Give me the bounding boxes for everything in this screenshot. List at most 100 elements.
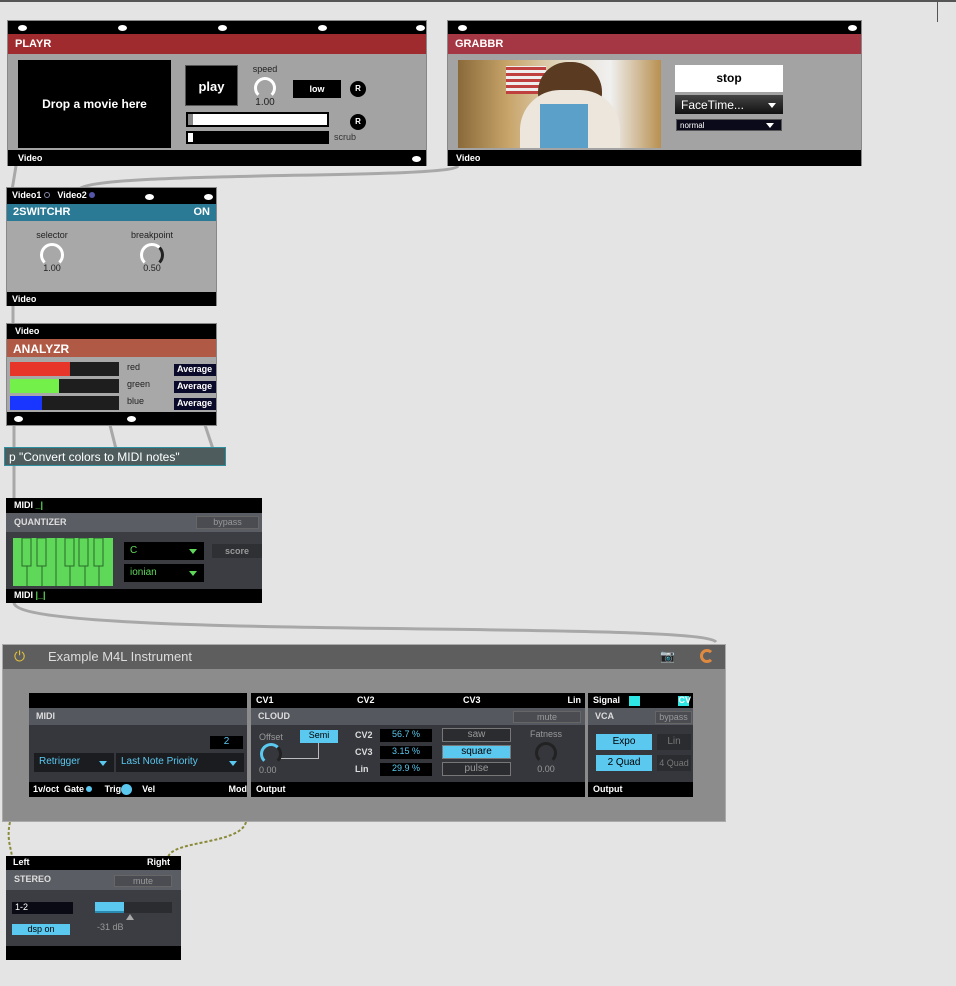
channel-label: blue: [127, 396, 145, 406]
voices-number[interactable]: 2: [210, 736, 243, 749]
channel-mode-dropdown[interactable]: Average: [174, 381, 216, 393]
output-label: 1v/oct: [33, 784, 60, 794]
fatness-value: 0.00: [537, 764, 555, 774]
speed-knob[interactable]: [254, 77, 276, 99]
speed-label: speed: [252, 64, 278, 74]
mute-button[interactable]: mute: [513, 711, 581, 723]
bypass-button[interactable]: bypass: [196, 516, 259, 529]
stop-button[interactable]: stop: [675, 65, 783, 92]
midi-panel: MIDI 2 Retrigger Last Note Priority 1v/o…: [29, 693, 247, 797]
inlet-bar: [8, 21, 426, 34]
channel-mode-dropdown[interactable]: Average: [174, 364, 216, 376]
channel-meter: [10, 362, 119, 376]
fatness-label: Fatness: [529, 729, 562, 739]
play-button[interactable]: play: [185, 65, 238, 106]
semi-toggle[interactable]: Semi: [300, 730, 338, 743]
device-titlebar: Example M4L Instrument ⏻ 📷: [3, 645, 725, 669]
scale-keyboard[interactable]: [13, 537, 113, 586]
device-title: Example M4L Instrument: [48, 649, 193, 664]
priority-dropdown[interactable]: Last Note Priority: [116, 753, 244, 772]
param-value[interactable]: 3.15 %: [380, 746, 432, 759]
inlet[interactable]: [118, 25, 127, 31]
inlet[interactable]: [204, 194, 213, 200]
reset-button[interactable]: R: [350, 81, 366, 97]
device-dropdown[interactable]: FaceTime...: [675, 95, 783, 114]
channel-meter-fill: [10, 396, 42, 410]
analyzr-module: Video ANALYZR red Average green Average …: [6, 323, 217, 426]
quality-button[interactable]: low: [293, 80, 341, 98]
outlet[interactable]: [412, 156, 421, 162]
breakpoint-value: 0.50: [143, 263, 161, 273]
record-icon[interactable]: [700, 649, 714, 663]
chevron-down-icon: [766, 123, 774, 128]
wave-pulse-button[interactable]: pulse: [442, 762, 511, 776]
outlet-bar: Video: [448, 150, 861, 166]
subpatcher-object[interactable]: p "Convert colors to MIDI notes": [4, 447, 226, 466]
movie-drop-area[interactable]: Drop a movie here: [18, 60, 171, 148]
signal-indicator: [629, 696, 640, 706]
wave-square-button[interactable]: square: [442, 745, 511, 759]
cord-quantizer-device: [12, 602, 718, 644]
inlet[interactable]: [18, 25, 27, 31]
param-value[interactable]: 56.7 %: [380, 729, 432, 742]
inlet[interactable]: [848, 25, 857, 31]
root-dropdown[interactable]: C: [124, 542, 204, 560]
inlet[interactable]: [318, 25, 327, 31]
on-toggle[interactable]: ON: [194, 206, 211, 218]
param-value[interactable]: 29.9 %: [380, 763, 432, 776]
channel-meter: [10, 396, 119, 410]
channel-mode-dropdown[interactable]: Average: [174, 398, 216, 410]
outlet-bar: Video: [7, 292, 216, 306]
offset-value: 0.00: [259, 765, 277, 775]
score-button[interactable]: score: [212, 544, 262, 558]
inlet-label: Video2: [57, 190, 87, 200]
power-icon[interactable]: ⏻: [14, 648, 25, 665]
input-label: Lin: [567, 695, 582, 705]
dsp-toggle[interactable]: dsp on: [12, 924, 70, 935]
4quad-button[interactable]: 4 Quad: [657, 755, 691, 771]
cord-device-left: [7, 821, 13, 859]
mode-dropdown[interactable]: normal: [676, 119, 782, 131]
output-bar: Output: [251, 782, 585, 797]
switchr-module: Video1 Video2 2SWITCHR ON selector 1.00 b…: [6, 187, 217, 306]
offset-knob[interactable]: [260, 743, 282, 765]
lin-button[interactable]: Lin: [657, 734, 691, 750]
chevron-down-icon: [229, 760, 237, 766]
inlet[interactable]: [145, 194, 154, 200]
2quad-button[interactable]: 2 Quad: [596, 755, 652, 771]
inlet[interactable]: [416, 25, 425, 31]
scale-dropdown[interactable]: ionian: [124, 564, 204, 582]
inlet[interactable]: [458, 25, 467, 31]
device-value: FaceTime...: [681, 98, 744, 112]
module-title: ANALYZR: [7, 339, 216, 357]
gain-marker-icon: [126, 914, 134, 920]
cord-analyzr-p2: [108, 424, 118, 450]
channel-dropdown[interactable]: 1-2: [12, 902, 73, 914]
mute-button[interactable]: mute: [114, 875, 172, 887]
reset-button-2[interactable]: R: [350, 114, 366, 130]
expo-button[interactable]: Expo: [596, 734, 652, 750]
towel-print: [540, 104, 588, 148]
speed-value: 1.00: [255, 97, 275, 108]
inlet-bar: [29, 693, 247, 708]
position-slider[interactable]: [186, 112, 329, 127]
gain-slider[interactable]: [95, 902, 172, 913]
retrigger-dropdown[interactable]: Retrigger: [34, 753, 114, 772]
inlet-label: Video1: [12, 190, 42, 200]
outlet[interactable]: [14, 416, 23, 422]
output-label: Mod: [228, 784, 248, 794]
wave-saw-button[interactable]: saw: [442, 728, 511, 742]
module-header: 2SWITCHR ON: [7, 204, 216, 221]
inlet[interactable]: [218, 25, 227, 31]
param-label: Lin: [355, 764, 369, 774]
inlet-bar: MIDI _|: [6, 498, 262, 513]
fatness-knob[interactable]: [535, 742, 557, 764]
bypass-button[interactable]: bypass: [655, 711, 692, 724]
vca-panel: Signal CV VCA bypass Expo Lin 2 Quad 4 Q…: [588, 693, 693, 797]
outlet[interactable]: [127, 416, 136, 422]
module-title: 2SWITCHR: [13, 206, 71, 218]
scrub-slider[interactable]: [186, 131, 329, 144]
inlet-bar: Video: [7, 324, 216, 339]
input-label: CV: [678, 695, 691, 705]
camera-icon[interactable]: 📷: [660, 649, 675, 663]
